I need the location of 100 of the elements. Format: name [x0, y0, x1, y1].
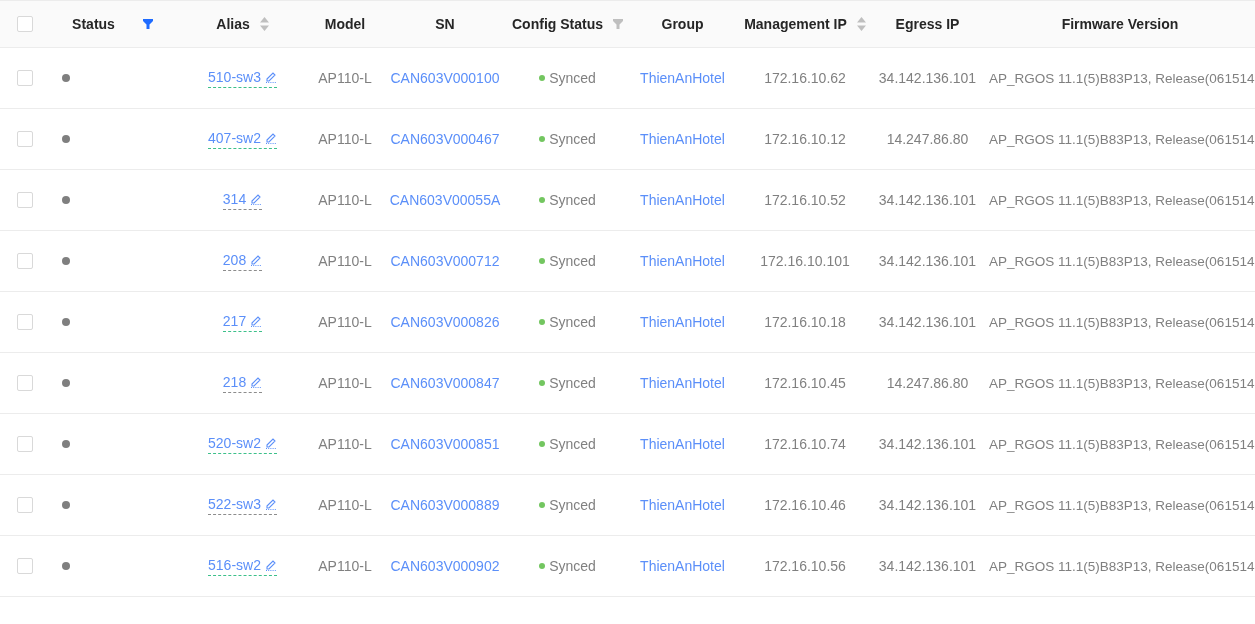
group-link[interactable]: ThienAnHotel — [640, 192, 725, 208]
column-header: Model — [324, 16, 366, 32]
alias-link[interactable]: 510-sw3 — [208, 68, 277, 88]
sn-link[interactable]: CAN603V000889 — [390, 497, 500, 513]
synced-dot — [539, 75, 546, 81]
row-checkbox[interactable] — [17, 192, 33, 208]
sn-link[interactable]: CAN603V000902 — [390, 558, 500, 574]
table-cell: AP110-L — [318, 131, 372, 147]
sn-link[interactable]: CAN603V000851 — [390, 436, 500, 452]
status-dot — [62, 196, 70, 204]
table-cell: 172.16.10.101 — [760, 253, 850, 269]
pencil-icon[interactable] — [250, 192, 263, 205]
table-cell-text: AP_RGOS 11.1(5)B83P13, Release(061514 — [988, 375, 1255, 391]
status-dot — [62, 562, 70, 570]
status-dot — [62, 501, 70, 509]
alias-link[interactable]: 314 — [222, 190, 263, 210]
table-cell-text: AP_RGOS 11.1(5)B83P13, Release(061514 — [988, 497, 1255, 513]
alias-link[interactable]: 516-sw2 — [208, 556, 277, 576]
sn-link[interactable]: CAN603V000100 — [390, 70, 500, 86]
table-cell: 34.142.136.101 — [878, 192, 977, 208]
table-cell: 172.16.10.74 — [764, 436, 846, 452]
table-cell: 34.142.136.101 — [878, 497, 977, 513]
alias-link[interactable]: 520-sw2 — [208, 434, 277, 454]
table-cell: 172.16.10.56 — [764, 558, 846, 574]
group-link[interactable]: ThienAnHotel — [640, 253, 725, 269]
row-checkbox[interactable] — [17, 497, 33, 513]
column-header: Config Status — [512, 16, 603, 32]
table-cell: 172.16.10.12 — [764, 131, 846, 147]
config-status-text: Synced — [549, 375, 596, 391]
select-all-checkbox[interactable] — [17, 16, 33, 32]
group-link[interactable]: ThienAnHotel — [640, 131, 725, 147]
table-cell-text: AP_RGOS 11.1(5)B83P13, Release(061514 — [988, 192, 1255, 208]
synced-dot — [539, 319, 546, 325]
table-cell-text: AP_RGOS 11.1(5)B83P13, Release(061514 — [988, 436, 1255, 452]
row-checkbox[interactable] — [17, 314, 33, 330]
synced-dot — [539, 563, 546, 569]
table-cell-text: AP_RGOS 11.1(5)B83P13, Release(061514 — [988, 131, 1255, 147]
synced-dot — [539, 197, 546, 203]
sn-link[interactable]: CAN603V000712 — [390, 253, 500, 269]
status-dot — [62, 74, 70, 82]
group-link[interactable]: ThienAnHotel — [640, 314, 725, 330]
table-cell: 34.142.136.101 — [878, 558, 977, 574]
group-link[interactable]: ThienAnHotel — [640, 70, 725, 86]
column-header: Management IP — [744, 16, 847, 32]
table-cell-text: AP_RGOS 11.1(5)B83P13, Release(061514 — [988, 314, 1255, 330]
pencil-icon[interactable] — [264, 558, 277, 571]
sn-link[interactable]: CAN603V000847 — [390, 375, 500, 391]
row-checkbox[interactable] — [17, 558, 33, 574]
group-link[interactable]: ThienAnHotel — [640, 375, 725, 391]
config-status-text: Synced — [549, 314, 596, 330]
table-cell: AP110-L — [318, 70, 372, 86]
table-cell-text: AP_RGOS 11.1(5)B83P13, Release(061514 — [988, 558, 1255, 574]
row-checkbox[interactable] — [17, 253, 33, 269]
status-dot — [62, 318, 70, 326]
pencil-icon[interactable] — [264, 436, 277, 449]
row-checkbox[interactable] — [17, 131, 33, 147]
sort-icon[interactable] — [856, 17, 866, 31]
config-status-text: Synced — [549, 70, 596, 86]
sort-icon[interactable] — [259, 17, 269, 31]
synced-dot — [539, 441, 546, 447]
alias-link[interactable]: 522-sw3 — [208, 495, 277, 515]
group-link[interactable]: ThienAnHotel — [640, 558, 725, 574]
config-status-text: Synced — [549, 497, 596, 513]
sn-link[interactable]: CAN603V000826 — [390, 314, 500, 330]
row-checkbox[interactable] — [17, 375, 33, 391]
pencil-icon[interactable] — [264, 70, 277, 83]
table-cell: AP110-L — [318, 497, 372, 513]
column-header: Egress IP — [895, 16, 960, 32]
table-cell-text: AP_RGOS 11.1(5)B83P13, Release(061514 — [988, 253, 1255, 269]
table-cell: 34.142.136.101 — [878, 70, 977, 86]
pencil-icon[interactable] — [264, 497, 277, 510]
row-checkbox[interactable] — [17, 436, 33, 452]
config-status-text: Synced — [549, 436, 596, 452]
config-status-text: Synced — [549, 558, 596, 574]
group-link[interactable]: ThienAnHotel — [640, 497, 725, 513]
table-cell: 172.16.10.52 — [764, 192, 846, 208]
alias-link[interactable]: 218 — [222, 373, 263, 393]
sn-link[interactable]: CAN603V00055A — [389, 192, 501, 208]
column-header: Group — [661, 16, 704, 32]
alias-link[interactable]: 208 — [222, 251, 263, 271]
table-cell: 172.16.10.45 — [764, 375, 846, 391]
config-status-text: Synced — [549, 253, 596, 269]
group-link[interactable]: ThienAnHotel — [640, 436, 725, 452]
filter-icon[interactable] — [142, 19, 153, 29]
pencil-icon[interactable] — [250, 314, 263, 327]
status-dot — [62, 440, 70, 448]
synced-dot — [539, 136, 546, 142]
row-checkbox[interactable] — [17, 70, 33, 86]
synced-dot — [539, 502, 546, 508]
synced-dot — [539, 258, 546, 264]
table-cell: AP110-L — [318, 375, 372, 391]
table-cell: 172.16.10.18 — [764, 314, 846, 330]
pencil-icon[interactable] — [264, 131, 277, 144]
sn-link[interactable]: CAN603V000467 — [390, 131, 500, 147]
alias-link[interactable]: 407-sw2 — [208, 129, 277, 149]
pencil-icon[interactable] — [250, 375, 263, 388]
table-cell: 34.142.136.101 — [878, 436, 977, 452]
table-cell: 34.142.136.101 — [878, 314, 977, 330]
alias-link[interactable]: 217 — [222, 312, 263, 332]
pencil-icon[interactable] — [250, 253, 263, 266]
